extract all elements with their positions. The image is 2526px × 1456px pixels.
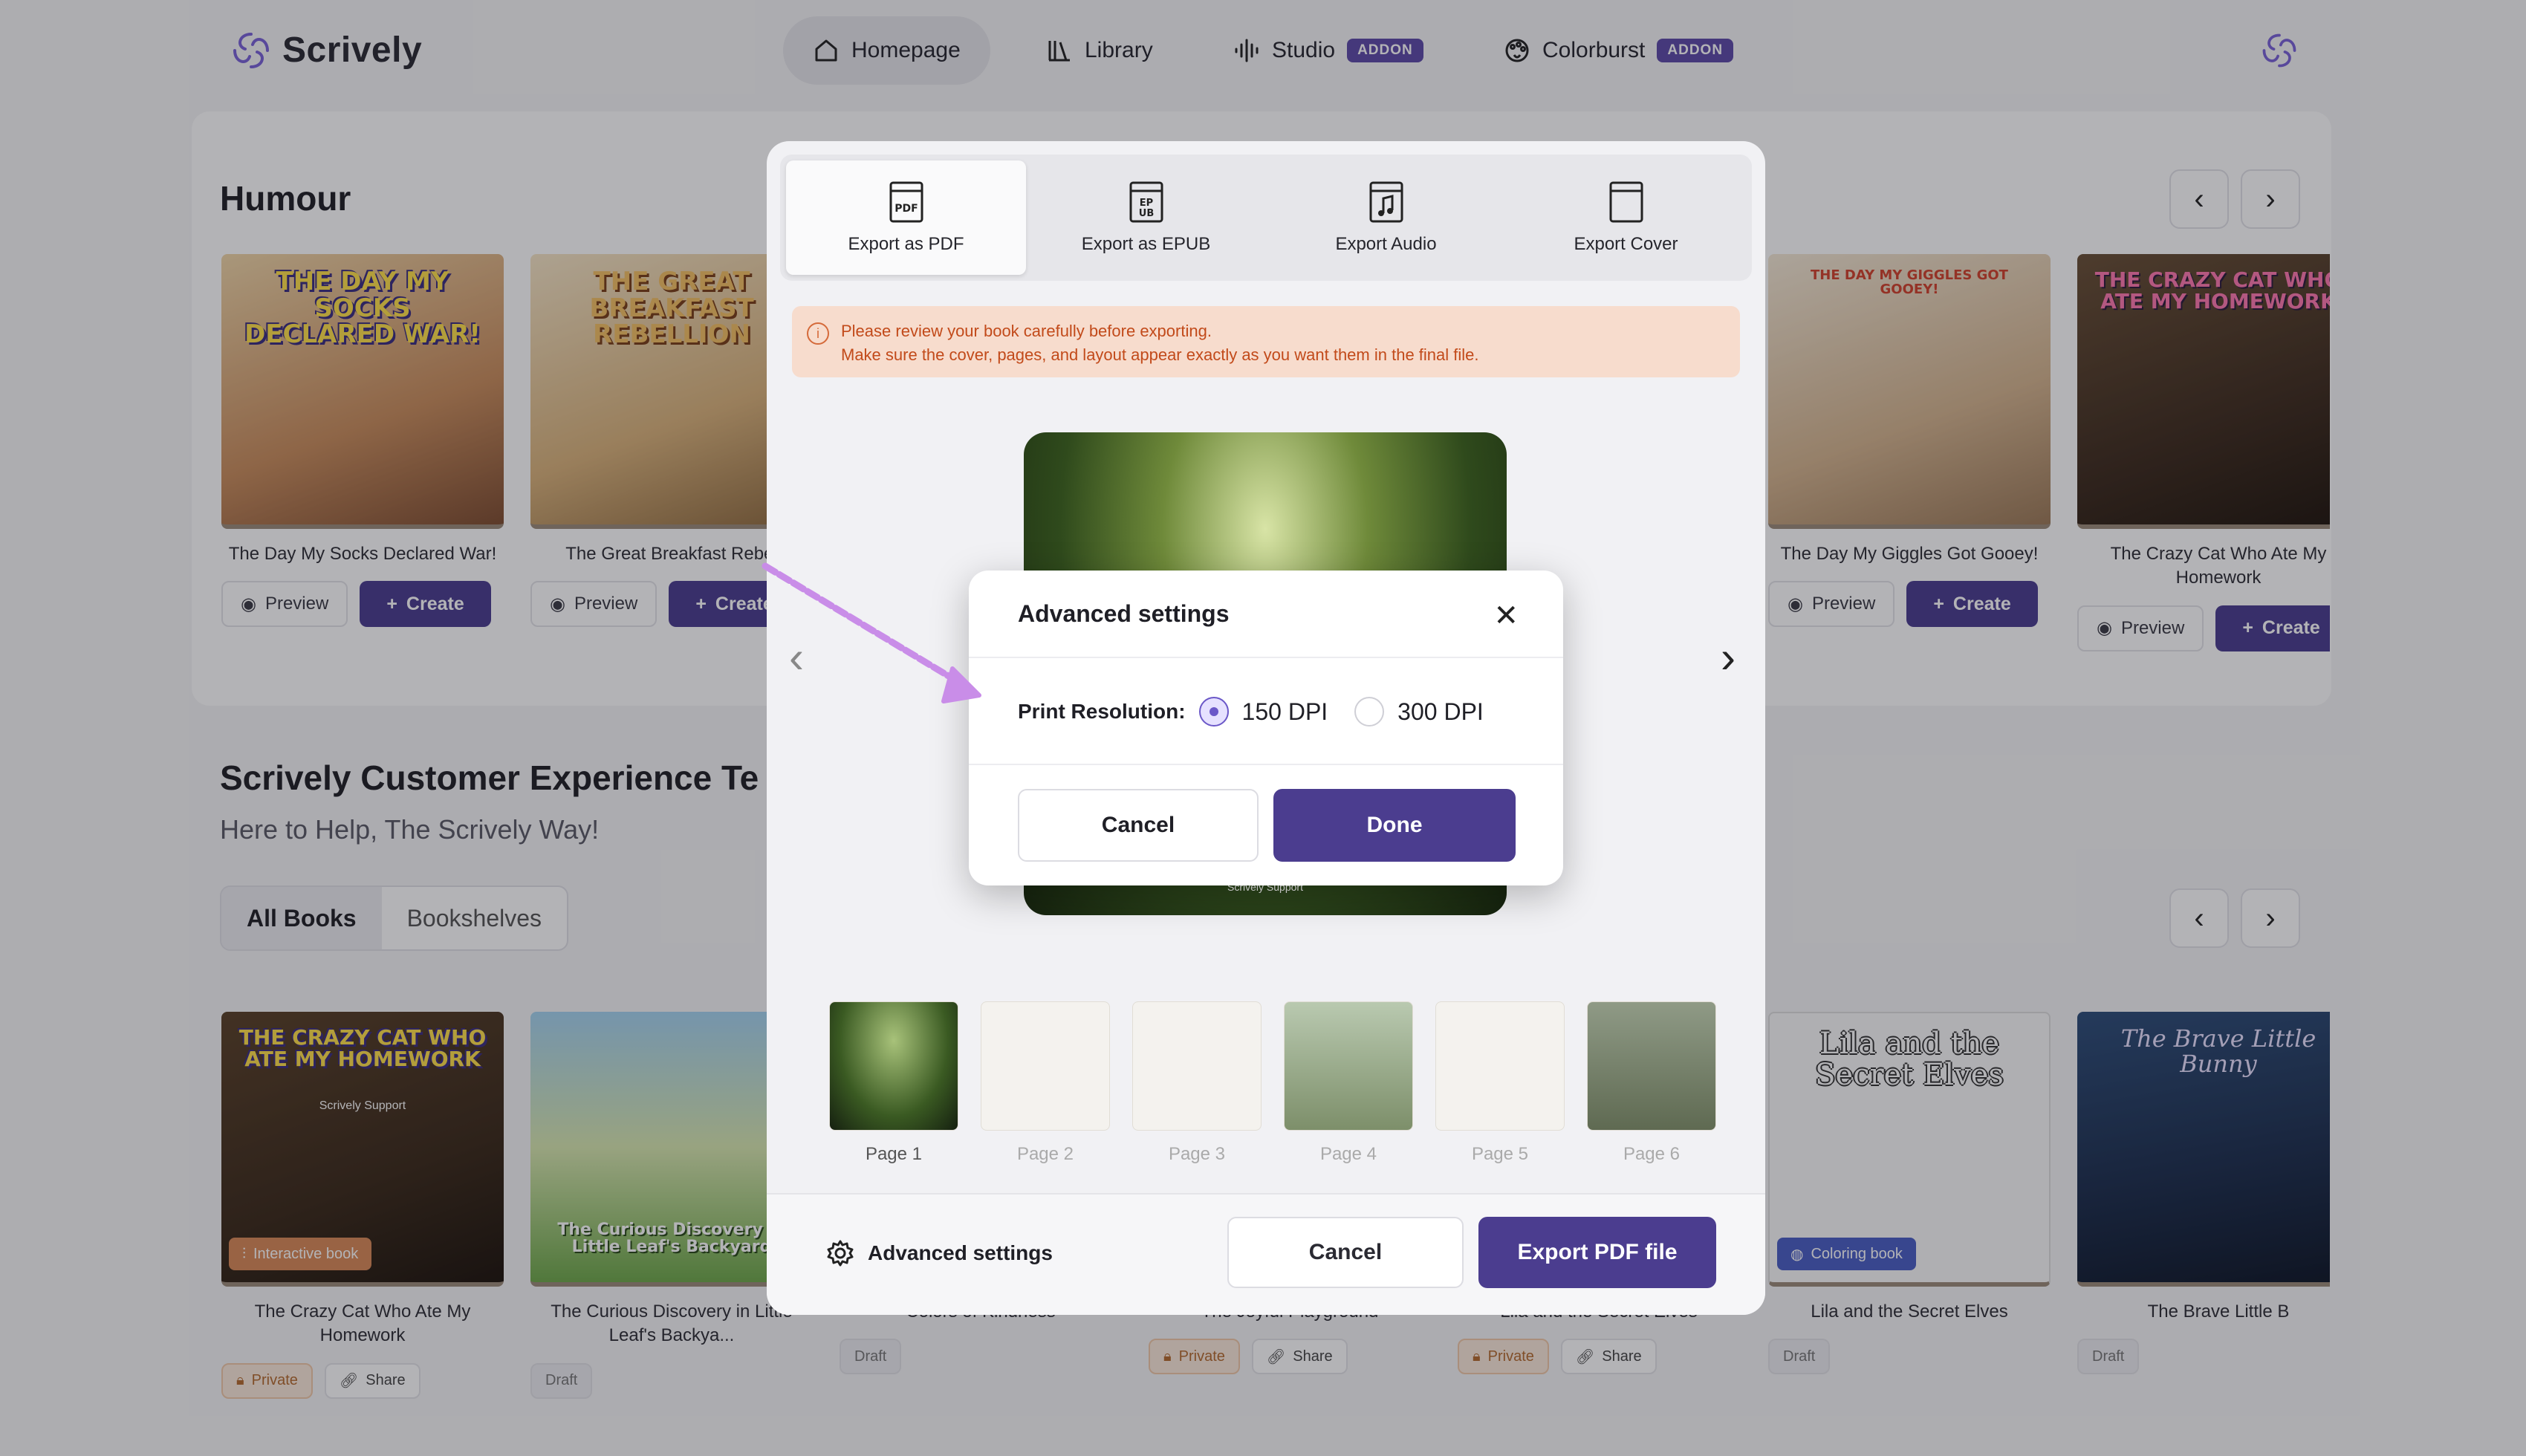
page-label: Page 1 [865, 1144, 923, 1164]
option-150-dpi-label[interactable]: 150 DPI [1242, 698, 1328, 726]
info-icon: i [807, 322, 829, 345]
print-resolution-label: Print Resolution: [1018, 700, 1186, 723]
thumbnail-image [1435, 1001, 1565, 1131]
page-thumbnail[interactable]: Page 3 [1132, 1001, 1262, 1165]
thumbnail-image [981, 1001, 1110, 1131]
advanced-settings-dialog: Advanced settings ✕ Print Resolution: 15… [969, 571, 1563, 885]
preview-prev-icon[interactable]: ‹ [789, 631, 804, 683]
dialog-header: Advanced settings ✕ [969, 571, 1563, 658]
export-modal-footer: Advanced settings Cancel Export PDF file [767, 1193, 1765, 1315]
thumbnail-image [1132, 1001, 1262, 1131]
advanced-settings-button[interactable]: Advanced settings [826, 1239, 1053, 1267]
dialog-done-button[interactable]: Done [1273, 789, 1516, 862]
page-thumbnail[interactable]: Page 4 [1284, 1001, 1413, 1165]
epub-file-icon: EPUB [1129, 181, 1163, 223]
page-label: Page 4 [1319, 1144, 1377, 1164]
page-thumbnails: Page 1 Page 2 Page 3 Page 4 Page 5 Page … [829, 1001, 1716, 1165]
export-warning: i Please review your book carefully befo… [792, 306, 1740, 377]
tab-label: Export as PDF [848, 234, 964, 254]
tab-export-cover[interactable]: Export Cover [1506, 160, 1746, 275]
radio-300-dpi[interactable] [1354, 697, 1385, 727]
warning-line-2: Make sure the cover, pages, and layout a… [841, 345, 1479, 364]
thumbnail-image [829, 1001, 958, 1131]
page-thumbnail[interactable]: Page 2 [981, 1001, 1110, 1165]
page-thumbnail[interactable]: Page 1 [829, 1001, 958, 1165]
dialog-cancel-button[interactable]: Cancel [1018, 789, 1259, 862]
close-icon[interactable]: ✕ [1493, 599, 1519, 633]
page-label: Page 5 [1471, 1144, 1529, 1164]
dialog-divider [969, 764, 1563, 765]
gear-icon [827, 1240, 854, 1267]
export-cancel-button[interactable]: Cancel [1227, 1217, 1464, 1288]
tab-label: Export Cover [1574, 234, 1678, 254]
page-label: Page 6 [1623, 1144, 1681, 1164]
radio-150-dpi[interactable] [1198, 697, 1229, 727]
option-300-dpi-label[interactable]: 300 DPI [1397, 698, 1484, 726]
tab-export-audio[interactable]: Export Audio [1266, 160, 1506, 275]
tab-label: Export Audio [1335, 234, 1437, 254]
preview-next-icon[interactable]: › [1721, 631, 1736, 683]
tab-export-epub[interactable]: EP UB Export as EPUB [1026, 160, 1266, 275]
export-pdf-button[interactable]: Export PDF file [1478, 1217, 1716, 1288]
page-thumbnail[interactable]: Page 5 [1435, 1001, 1565, 1165]
advanced-settings-label: Advanced settings [868, 1241, 1053, 1264]
warning-line-1: Please review your book carefully before… [841, 322, 1212, 340]
page-thumbnail[interactable]: Page 6 [1587, 1001, 1716, 1165]
page-label: Page 3 [1168, 1144, 1226, 1164]
tab-export-pdf[interactable]: PDF Export as PDF [786, 160, 1026, 275]
thumbnail-image [1284, 1001, 1413, 1131]
pdf-file-icon: PDF [889, 181, 923, 223]
page-label: Page 2 [1016, 1144, 1074, 1164]
dialog-title: Advanced settings [1018, 600, 1230, 627]
print-resolution-row: Print Resolution: 150 DPI 300 DPI [1018, 697, 1497, 727]
export-tabs: PDF Export as PDF EP UB Export as EPUB Ex… [780, 155, 1752, 281]
svg-text:PDF: PDF [895, 203, 918, 215]
svg-text:EP: EP [1139, 198, 1152, 209]
cover-page-icon [1609, 181, 1643, 223]
audio-file-icon [1369, 181, 1403, 223]
thumbnail-image [1587, 1001, 1716, 1131]
tab-label: Export as EPUB [1081, 234, 1211, 254]
svg-text:UB: UB [1138, 208, 1153, 219]
